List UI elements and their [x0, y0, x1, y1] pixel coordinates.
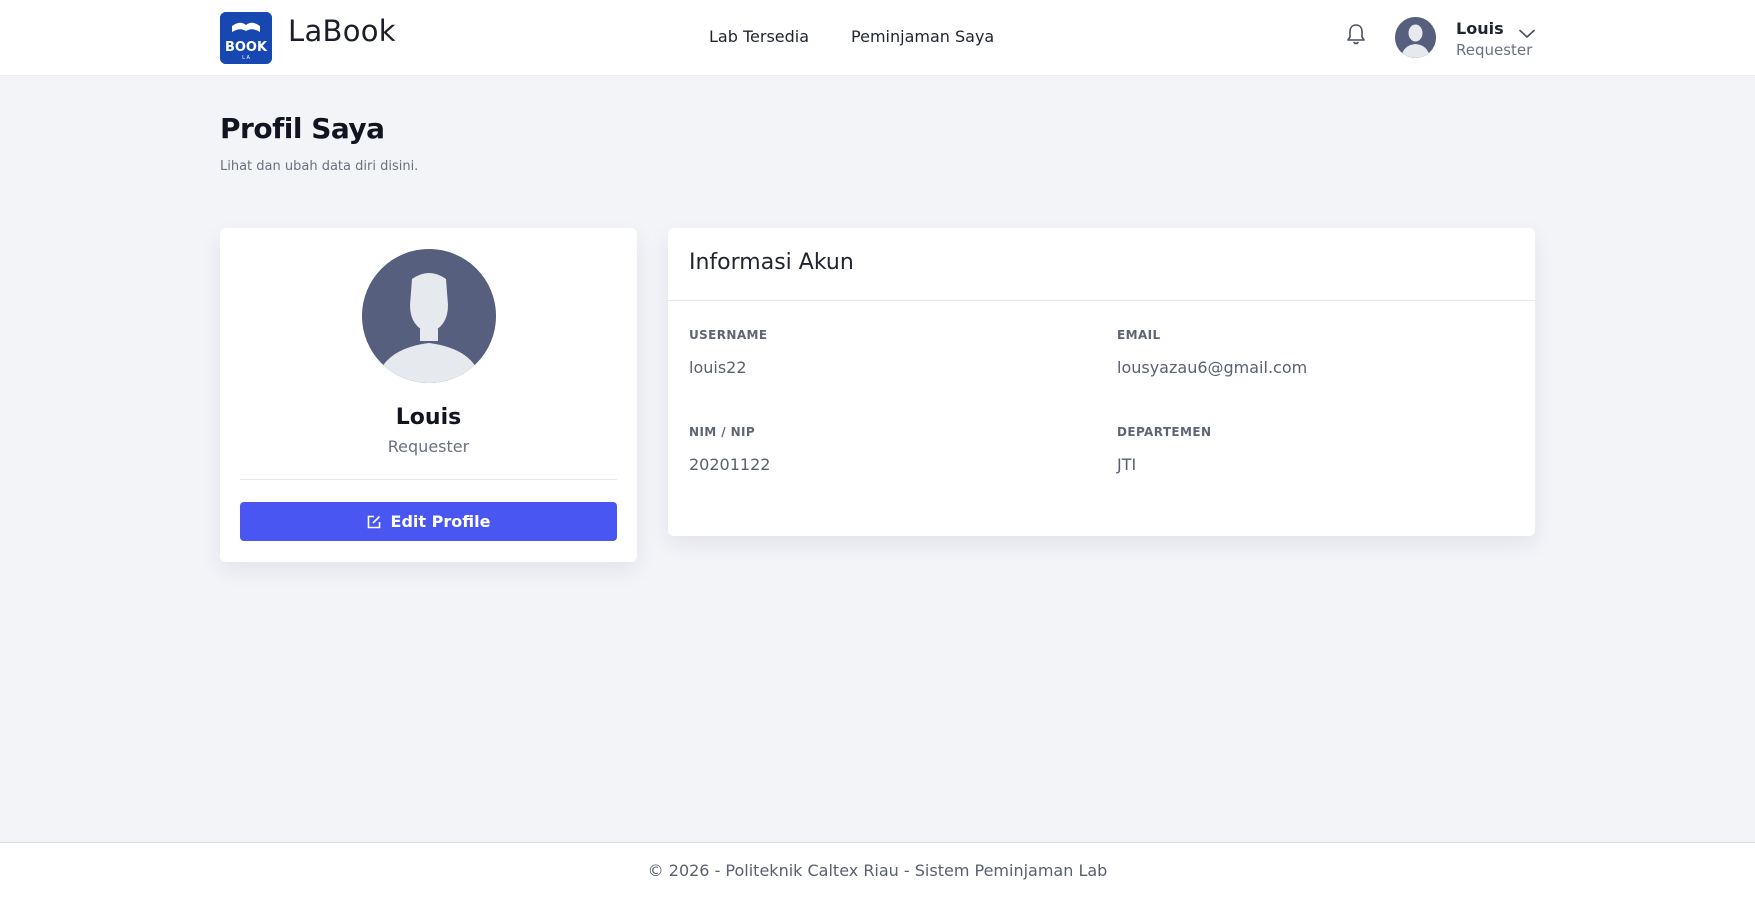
field-departemen: DEPARTEMEN JTI	[1117, 425, 1211, 474]
bell-icon[interactable]	[1345, 22, 1367, 46]
top-navbar: BOOK L A LaBook Lab Tersedia Peminjaman …	[0, 0, 1755, 76]
main-nav: Lab Tersedia Peminjaman Saya	[709, 27, 1036, 46]
field-value: 20201122	[689, 455, 771, 474]
field-username: USERNAME louis22	[689, 328, 768, 377]
field-label: EMAIL	[1117, 328, 1161, 342]
user-avatar[interactable]	[1395, 17, 1436, 58]
field-nim-nip: NIM / NIP 20201122	[689, 425, 770, 474]
brand-name: LaBook	[288, 14, 396, 48]
nav-peminjaman-saya[interactable]: Peminjaman Saya	[851, 27, 994, 46]
page-title: Profil Saya	[220, 112, 385, 145]
profile-avatar	[362, 249, 496, 383]
nav-lab-tersedia[interactable]: Lab Tersedia	[709, 27, 809, 46]
field-email: EMAIL lousyazau6@gmail.com	[1117, 328, 1307, 377]
profile-role: Requester	[387, 437, 470, 456]
brand[interactable]: BOOK L A LaBook	[220, 12, 396, 64]
profile-card: Louis Requester Edit Profile	[220, 228, 637, 562]
svg-text:BOOK: BOOK	[225, 40, 268, 55]
labook-logo: BOOK L A	[220, 12, 272, 64]
field-label: NIM / NIP	[689, 425, 756, 439]
field-label: DEPARTEMEN	[1117, 425, 1212, 439]
field-value: louis22	[689, 358, 747, 377]
divider	[240, 479, 617, 480]
field-label: USERNAME	[689, 328, 768, 342]
account-info-card: Informasi Akun USERNAME louis22 EMAIL lo…	[668, 228, 1535, 536]
footer: © 2026 - Politeknik Caltex Riau - Sistem…	[0, 842, 1755, 898]
page-subtitle: Lihat dan ubah data diri disini.	[220, 159, 419, 174]
edit-icon	[367, 515, 380, 528]
svg-text:L A: L A	[242, 55, 250, 61]
footer-text: © 2026 - Politeknik Caltex Riau - Sistem…	[647, 861, 1108, 880]
field-value: lousyazau6@gmail.com	[1117, 358, 1308, 377]
edit-profile-label: Edit Profile	[390, 512, 491, 531]
user-role: Requester	[1456, 41, 1533, 59]
profile-name: Louis	[395, 405, 462, 430]
edit-profile-button[interactable]: Edit Profile	[240, 502, 617, 541]
account-info-title: Informasi Akun	[668, 228, 1535, 301]
field-value: JTI	[1117, 455, 1137, 474]
chevron-down-icon[interactable]	[1519, 24, 1535, 38]
